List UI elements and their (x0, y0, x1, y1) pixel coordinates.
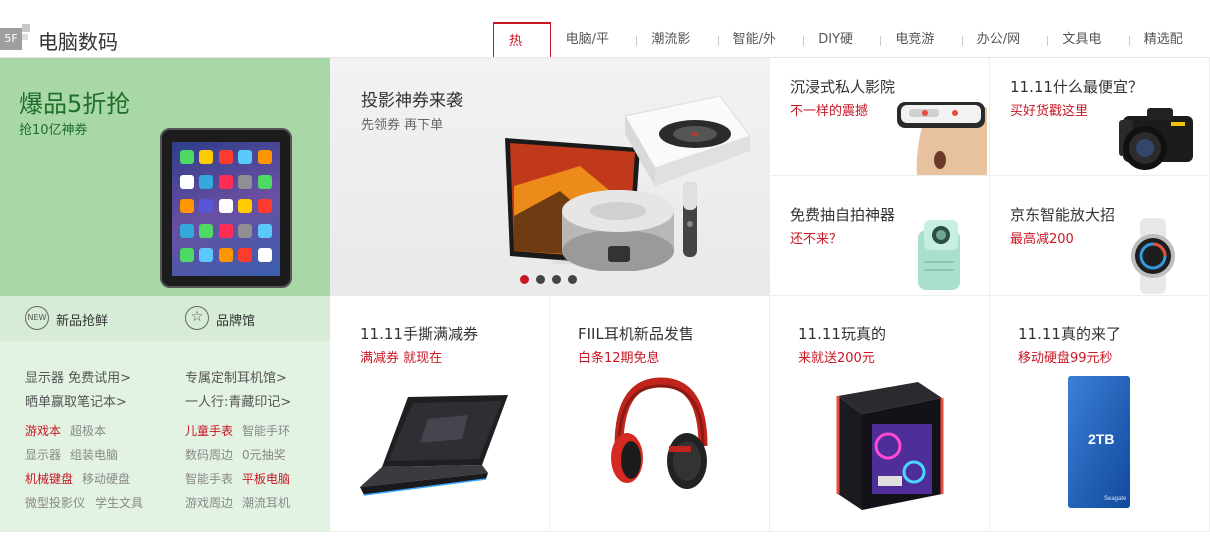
cell-title: 11.11手撕满减券 (360, 325, 478, 343)
link-monitor-trial[interactable]: 显示器 免费试用> (25, 367, 131, 386)
link-assembled-pc[interactable]: 组装电脑 (70, 446, 118, 463)
cell-subtitle: 来就送200元 (798, 351, 875, 366)
cheapest-cell[interactable]: 11.11什么最便宜？ 买好货戳这里 (990, 58, 1210, 176)
link-free-lottery[interactable]: 0元抽奖 (242, 446, 286, 463)
headphone-image (611, 377, 708, 489)
tab-hot[interactable]: 热门 (493, 22, 551, 85)
link-tibet-trip[interactable]: 一人行:青藏印记> (185, 391, 291, 410)
left-link-panel: NEW 新品抢鲜 ☆ 品牌馆 显示器 免费试用> 晒单赢取笔记本> 专属定制耳机… (0, 296, 330, 532)
cell-subtitle: 白条12期免息 (578, 351, 660, 366)
vr-cinema-cell[interactable]: 沉浸式私人影院 不一样的震撼 (770, 58, 990, 176)
cell-subtitle: 移动硬盘99元秒 (1018, 351, 1113, 366)
hdd-brand-label: Seagate (1104, 496, 1127, 502)
floor-header: 5F 电脑数码 热门 电脑/平板 潮流影音 智能/外设 DIY硬件 电竞游戏 办… (0, 0, 1210, 85)
cell-title: 沉浸式私人影院 (790, 78, 896, 96)
tab-stationery[interactable]: 文具电教 (1047, 22, 1128, 83)
link-smart-band[interactable]: 智能手环 (242, 422, 290, 439)
floor-badge: 5F (0, 24, 30, 50)
promo-title: 爆品5折抢 (19, 90, 131, 118)
vr-headset-image (897, 102, 987, 175)
link-ultrabook[interactable]: 超极本 (70, 422, 106, 439)
tab-diy-hardware[interactable]: DIY硬件 (803, 22, 880, 83)
carousel-dot-2[interactable] (536, 275, 545, 284)
carousel-title: 投影神券来袭 (361, 91, 463, 111)
link-smart-watch[interactable]: 智能手表 (185, 470, 233, 487)
link-digital-peripherals[interactable]: 数码周边 (185, 446, 233, 463)
tab-accessories[interactable]: 精选配件 (1128, 22, 1210, 83)
link-student-stationery[interactable]: 学生文具 (95, 494, 143, 511)
tab-office-network[interactable]: 办公/网络 (961, 22, 1048, 83)
promo-banner[interactable]: 爆品5折抢 抢10亿神券 (0, 58, 330, 296)
new-icon: NEW (25, 306, 49, 330)
pc-case-cell[interactable]: 11.11玩真的 来就送200元 (770, 296, 990, 532)
smartwatch-image (1131, 218, 1175, 294)
link-mini-projector[interactable]: 微型投影仪 (25, 494, 85, 511)
category-tabs: 热门 电脑/平板 潮流影音 智能/外设 DIY硬件 电竞游戏 办公/网络 文具电… (493, 22, 1210, 85)
tab-audio-video[interactable]: 潮流影音 (636, 22, 717, 83)
star-icon: ☆ (185, 306, 209, 330)
selfie-camera-image (918, 220, 960, 290)
carousel-dot-4[interactable] (568, 275, 577, 284)
camera-image (1119, 108, 1193, 170)
pc-case-image (836, 382, 944, 510)
cell-title: 免费抽自拍神器 (790, 206, 896, 224)
hdd-capacity-label: 2TB (1088, 431, 1114, 447)
carousel-dot-3[interactable] (552, 275, 561, 284)
cell-subtitle: 不一样的震撼 (790, 104, 869, 119)
link-review-laptop[interactable]: 晒单赢取笔记本> (25, 391, 127, 410)
link-portable-hdd[interactable]: 移动硬盘 (82, 470, 130, 487)
floor-title: 电脑数码 (38, 30, 118, 54)
badge-decoration (22, 34, 28, 40)
cell-title: 京东智能放大招 (1010, 206, 1116, 224)
cell-title: 11.11真的来了 (1018, 325, 1121, 343)
laptop-image (360, 395, 508, 496)
cell-title: 11.11玩真的 (798, 325, 886, 343)
portable-hdd-cell[interactable]: 11.11真的来了 移动硬盘99元秒 2TB Seagate (990, 296, 1210, 532)
link-monitor[interactable]: 显示器 (25, 446, 61, 463)
link-custom-headphone[interactable]: 专属定制耳机馆> (185, 367, 287, 386)
projector-carousel[interactable]: 投影神券来袭 先领券 再下单 SAMSUNG (330, 58, 770, 296)
discount-coupon-cell[interactable]: 11.11手撕满减券 满减券 就现在 (330, 296, 550, 532)
badge-decoration (22, 24, 30, 32)
projector-product-image: SAMSUNG (505, 96, 751, 271)
cell-subtitle: 最高减200 (1010, 232, 1074, 247)
carousel-dot-1[interactable] (520, 275, 529, 284)
link-trendy-headphones[interactable]: 潮流耳机 (242, 494, 290, 511)
cell-subtitle: 买好货戳这里 (1010, 104, 1089, 119)
tab-esports[interactable]: 电竞游戏 (880, 22, 961, 83)
promo-subtitle: 抢10亿神券 (19, 123, 88, 138)
ipad-image (160, 128, 292, 288)
cell-title: 11.11什么最便宜？ (1010, 78, 1143, 96)
cell-title: FIIL耳机新品发售 (578, 325, 694, 343)
link-tablet[interactable]: 平板电脑 (242, 470, 290, 487)
carousel-indicators (520, 275, 577, 284)
cell-subtitle: 满减券 就现在 (360, 351, 443, 366)
tab-computer-tablet[interactable]: 电脑/平板 (551, 22, 637, 83)
carousel-subtitle: 先领券 再下单 (361, 118, 444, 133)
tab-smart-peripherals[interactable]: 智能/外设 (717, 22, 804, 83)
hdd-image: 2TB Seagate (1068, 376, 1130, 508)
brand-hall-link[interactable]: 品牌馆 (216, 310, 255, 329)
floor-number: 5F (0, 28, 22, 50)
new-arrivals-link[interactable]: 新品抢鲜 (56, 310, 108, 329)
link-mech-keyboard[interactable]: 机械键盘 (25, 470, 73, 487)
link-gaming-laptop[interactable]: 游戏本 (25, 422, 61, 439)
smart-device-cell[interactable]: 京东智能放大招 最高减200 (990, 176, 1210, 296)
link-game-peripherals[interactable]: 游戏周边 (185, 494, 233, 511)
fiil-headphone-cell[interactable]: FIIL耳机新品发售 白条12期免息 (550, 296, 770, 532)
cell-subtitle: 还不来？ (790, 232, 843, 247)
link-kids-watch[interactable]: 儿童手表 (185, 422, 233, 439)
quick-entry-row: NEW 新品抢鲜 ☆ 品牌馆 (0, 296, 330, 341)
selfie-cell[interactable]: 免费抽自拍神器 还不来？ (770, 176, 990, 296)
